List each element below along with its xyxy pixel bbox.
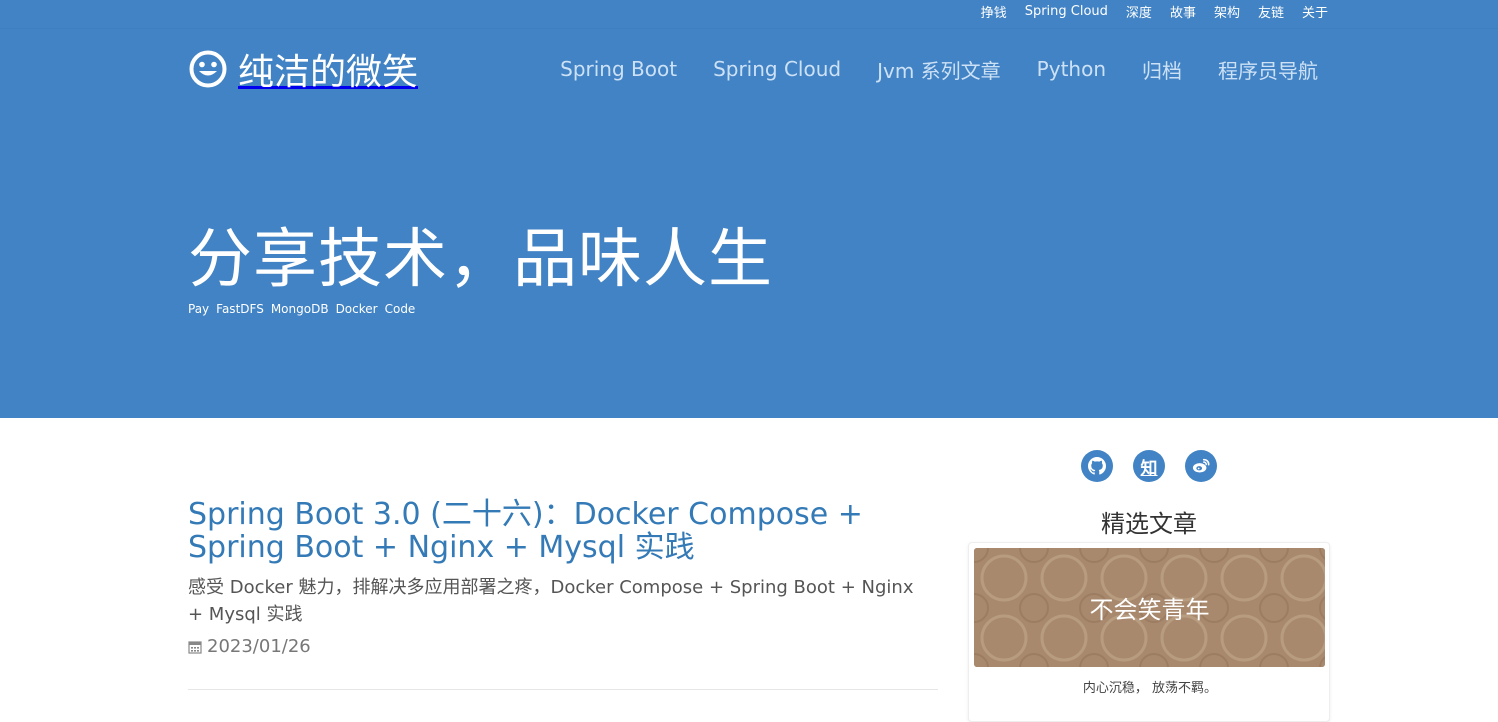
- top-link-spring-cloud[interactable]: Spring Cloud: [1025, 4, 1108, 19]
- post-date: 2023/01/26: [207, 636, 311, 657]
- nav-item-archive[interactable]: 归档: [1142, 55, 1182, 84]
- featured-section-title: 精选文章: [1101, 510, 1197, 538]
- sidebar: 知 精选文章 不会笑青年 内心沉稳， 放荡不羁。: [968, 418, 1330, 722]
- main-navbar: 纯洁的微笑 Spring Boot Spring Cloud Jvm 系列文章 …: [0, 28, 1498, 108]
- top-link-depth[interactable]: 深度: [1126, 2, 1152, 21]
- top-link-architecture[interactable]: 架构: [1214, 2, 1240, 21]
- calendar-icon: [188, 640, 202, 654]
- featured-post-title: 不会笑青年: [1089, 596, 1210, 624]
- zhihu-link[interactable]: 知: [1133, 450, 1165, 482]
- featured-banner[interactable]: 不会笑青年: [974, 548, 1325, 667]
- post-title-link[interactable]: Spring Boot 3.0 (二十六)：Docker Compose + S…: [188, 498, 888, 564]
- hero-tag-pay[interactable]: Pay: [188, 302, 209, 316]
- hero-tag-mongodb[interactable]: MongoDB: [271, 302, 329, 316]
- post-summary: 感受 Docker 魅力，排解决多应用部署之疼，Docker Compose +…: [188, 577, 914, 625]
- smiley-icon: [189, 50, 227, 88]
- site-name: 纯洁的微笑: [238, 52, 419, 93]
- nav-item-spring-boot[interactable]: Spring Boot: [560, 57, 677, 81]
- zhihu-icon: 知: [1140, 458, 1158, 479]
- github-link[interactable]: [1081, 450, 1113, 482]
- nav-item-programmer-nav[interactable]: 程序员导航: [1218, 55, 1318, 84]
- weibo-icon: [1192, 458, 1210, 473]
- top-utility-bar: 挣钱 Spring Cloud 深度 故事 架构 友链 关于: [0, 0, 1498, 28]
- featured-card[interactable]: 不会笑青年 内心沉稳， 放荡不羁。: [968, 542, 1330, 722]
- post-divider: [188, 689, 938, 690]
- hero-tag-docker[interactable]: Docker: [336, 302, 378, 316]
- site-brand[interactable]: 纯洁的微笑: [188, 47, 418, 93]
- post-list: Spring Boot 3.0 (二十六)：Docker Compose + S…: [188, 418, 938, 708]
- hero-title: 分享技术，品味人生: [188, 223, 773, 297]
- github-icon: [1088, 457, 1106, 475]
- nav-item-jvm[interactable]: Jvm 系列文章: [877, 55, 1001, 84]
- hero-tags: Pay FastDFS MongoDB Docker Code: [188, 302, 415, 316]
- top-link-friends[interactable]: 友链: [1258, 2, 1284, 21]
- featured-post-description: 内心沉稳， 放荡不羁。: [1082, 681, 1218, 696]
- main-nav: Spring Boot Spring Cloud Jvm 系列文章 Python…: [560, 29, 1318, 109]
- hero-tag-fastdfs[interactable]: FastDFS: [216, 302, 264, 316]
- weibo-link[interactable]: [1185, 450, 1217, 482]
- nav-item-spring-cloud[interactable]: Spring Cloud: [713, 57, 841, 81]
- top-link-about[interactable]: 关于: [1302, 2, 1328, 21]
- post-meta: 2023/01/26: [188, 636, 311, 657]
- top-link-money[interactable]: 挣钱: [981, 2, 1007, 21]
- top-link-story[interactable]: 故事: [1170, 2, 1196, 21]
- nav-item-python[interactable]: Python: [1037, 57, 1106, 81]
- social-links: 知: [1081, 450, 1217, 482]
- hero-tag-code[interactable]: Code: [385, 302, 416, 316]
- hero-banner: 分享技术，品味人生 Pay FastDFS MongoDB Docker Cod…: [0, 108, 1498, 418]
- top-links: 挣钱 Spring Cloud 深度 故事 架构 友链 关于: [981, 0, 1328, 22]
